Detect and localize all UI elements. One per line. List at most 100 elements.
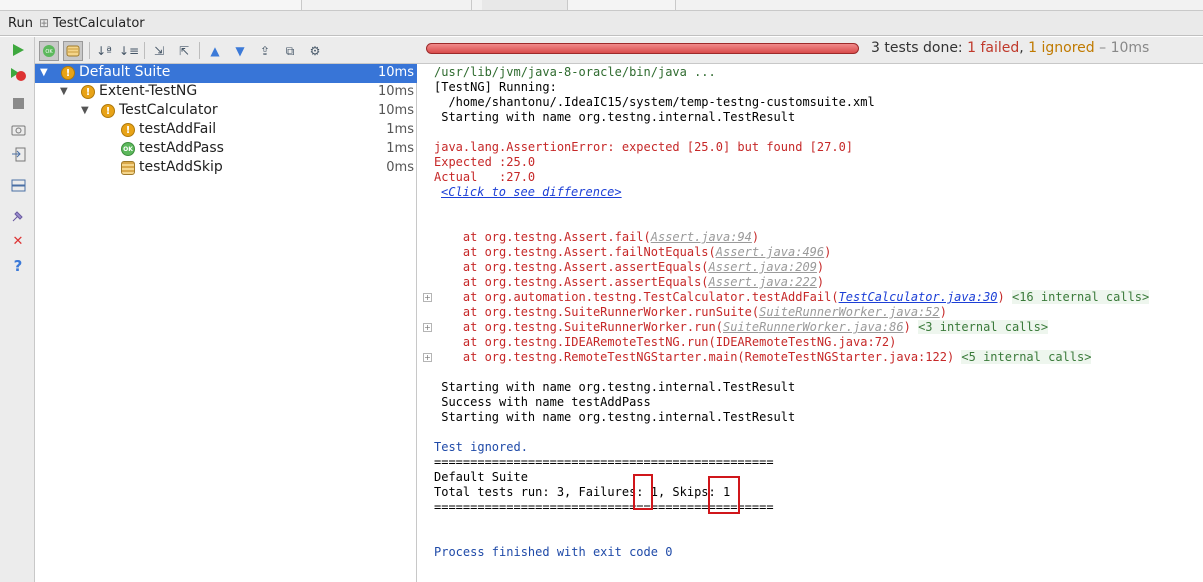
stop-button[interactable] (9, 94, 27, 112)
expand-all-button[interactable]: ⇲ (149, 41, 169, 61)
internal-calls-fold[interactable]: <5 internal calls> (961, 350, 1092, 364)
editor-tabs (471, 0, 691, 10)
separator-line: ========================================… (434, 455, 774, 469)
trace-text: at org.testng.Assert.assertEquals( (434, 275, 709, 289)
source-link[interactable]: SuiteRunnerWorker.java:86 (723, 320, 904, 334)
arrow-down-icon: ▼ (235, 44, 245, 58)
show-ignored-toggle[interactable] (63, 41, 83, 61)
console-line: Starting with name org.testng.internal.T… (434, 110, 796, 124)
warning-icon: ! (101, 104, 115, 118)
tab-html-preview[interactable] (568, 0, 676, 10)
fold-expand-icon[interactable]: + (423, 353, 432, 362)
total-duration: – 10ms (1094, 40, 1150, 56)
failed-count: 1 failed (967, 40, 1020, 56)
internal-calls-fold[interactable]: <16 internal calls> (1011, 290, 1150, 304)
dump-threads-button[interactable] (9, 120, 27, 138)
run-title-bar: Run ⊞ TestCalculator (0, 11, 1203, 36)
exit-icon (11, 147, 25, 161)
settings-button[interactable]: ⚙ (305, 41, 325, 61)
editor-tab-strip (0, 0, 1203, 11)
fold-expand-icon[interactable]: + (423, 293, 432, 302)
stack-trace-line: at org.testng.IDEARemoteTestNG.run(IDEAR… (434, 335, 896, 350)
collapse-all-icon: ⇱ (178, 44, 190, 58)
close-button[interactable]: ✕ (9, 232, 27, 250)
console-output[interactable]: /usr/lib/jvm/java-8-oracle/bin/java ... … (418, 64, 1203, 582)
stack-trace-line: at org.testng.Assert.assertEquals(Assert… (434, 260, 824, 275)
testng-config-icon: ⊞ (38, 16, 49, 30)
source-link[interactable]: SuiteRunnerWorker.java:52 (759, 305, 940, 319)
previous-failed-button[interactable]: ▲ (205, 41, 225, 61)
tree-node-label: TestCalculator (119, 102, 218, 118)
expected-value-line: Expected :25.0 (434, 155, 536, 169)
source-link[interactable]: TestCalculator.java:30 (839, 290, 998, 304)
export-button[interactable] (9, 145, 27, 163)
tree-node-testaddskip[interactable]: testAddSkip 0ms (35, 159, 417, 178)
tree-node-testaddpass[interactable]: OK testAddPass 1ms (35, 140, 417, 159)
status-prefix: 3 tests done: (871, 40, 968, 56)
see-difference-link[interactable]: <Click to see difference> (441, 185, 622, 200)
trace-text: at org.testng.SuiteRunnerWorker.runSuite… (434, 305, 760, 319)
expand-arrow-icon[interactable]: ▼ (60, 86, 68, 97)
trace-text: ) (903, 320, 919, 334)
tree-node-testcalculator[interactable]: ▼ ! TestCalculator 10ms (35, 102, 417, 121)
stack-trace-line: at org.testng.SuiteRunnerWorker.run(Suit… (434, 320, 1049, 335)
gear-icon: ⚙ (309, 44, 321, 58)
console-line: Starting with name org.testng.internal.T… (434, 380, 796, 394)
tree-node-time: 10ms (378, 65, 414, 80)
tree-node-extent-testng[interactable]: ▼ ! Extent-TestNG 10ms (35, 83, 417, 102)
expand-arrow-icon[interactable]: ▼ (81, 105, 89, 116)
fold-expand-icon[interactable]: + (423, 323, 432, 332)
trace-text: ) (939, 305, 947, 319)
source-link[interactable]: Assert.java:94 (651, 230, 752, 244)
show-passed-toggle[interactable]: OK (39, 41, 59, 61)
ignored-count: 1 ignored (1028, 40, 1095, 56)
tree-node-label: testAddFail (139, 121, 217, 137)
tree-node-default-suite[interactable]: ▼ ! Default Suite 10ms (35, 64, 417, 83)
source-link[interactable]: Assert.java:209 (709, 260, 817, 274)
layout-button[interactable] (9, 176, 27, 194)
export-icon: ⇪ (259, 44, 271, 58)
arrow-up-icon: ▲ (210, 44, 220, 58)
rerun-button[interactable] (9, 41, 27, 59)
next-failed-button[interactable]: ▼ (230, 41, 250, 61)
sort-alpha-icon: ↓ª (96, 44, 112, 58)
pin-button[interactable] (9, 207, 27, 225)
stack-trace-line: at org.testng.Assert.assertEquals(Assert… (434, 275, 824, 290)
export-results-button[interactable]: ⇪ (255, 41, 275, 61)
rerun-failed-button[interactable] (9, 65, 27, 83)
test-runner-toolbar: OK ↓ª ↓≡ ⇲ ⇱ ▲ ▼ ⇪ ⧉ ⚙ 3 tests done: 1 f… (35, 37, 1203, 64)
pin-icon (12, 211, 23, 222)
play-icon (13, 44, 24, 56)
process-exit-line: Process finished with exit code 0 (434, 545, 673, 559)
trace-text: at org.testng.Assert.fail( (434, 230, 651, 244)
trace-text: at org.testng.SuiteRunnerWorker.run( (434, 320, 723, 334)
source-link[interactable]: Assert.java:496 (716, 245, 824, 259)
trace-text: ) (816, 260, 825, 274)
help-button[interactable]: ? (9, 257, 27, 275)
console-line: [TestNG] Running: (434, 80, 557, 94)
help-icon: ? (13, 257, 23, 275)
import-results-button[interactable]: ⧉ (280, 41, 300, 61)
passed-icon: OK (43, 45, 55, 57)
stack-trace-line: at org.testng.Assert.failNotEquals(Asser… (434, 245, 831, 260)
trace-text: at org.testng.Assert.failNotEquals( (434, 245, 716, 259)
java-command-line[interactable]: /usr/lib/jvm/java-8-oracle/bin/java ... (434, 65, 716, 80)
sort-alphabetically-button[interactable]: ↓ª (94, 41, 114, 61)
sort-by-duration-button[interactable]: ↓≡ (119, 41, 139, 61)
editor-strip-segment (0, 0, 302, 10)
expand-arrow-icon[interactable]: ▼ (40, 67, 48, 78)
run-label: Run (8, 15, 33, 31)
collapse-all-button[interactable]: ⇱ (174, 41, 194, 61)
stop-icon (12, 97, 24, 109)
source-link[interactable]: Assert.java:222 (709, 275, 817, 289)
tree-node-label: testAddPass (139, 140, 224, 156)
tab-markdown[interactable] (482, 0, 568, 10)
assertion-error-line: java.lang.AssertionError: expected [25.0… (434, 140, 854, 154)
trace-text: ) (816, 275, 825, 289)
internal-calls-fold[interactable]: <3 internal calls> (918, 320, 1049, 334)
trace-text: at org.testng.IDEARemoteTestNG.run(IDEAR… (434, 335, 897, 349)
warning-icon: ! (81, 85, 95, 99)
tree-node-testaddfail[interactable]: ! testAddFail 1ms (35, 121, 417, 140)
console-line: /home/shantonu/.IdeaIC15/system/temp-tes… (434, 95, 875, 109)
sort-duration-icon: ↓≡ (118, 44, 140, 58)
